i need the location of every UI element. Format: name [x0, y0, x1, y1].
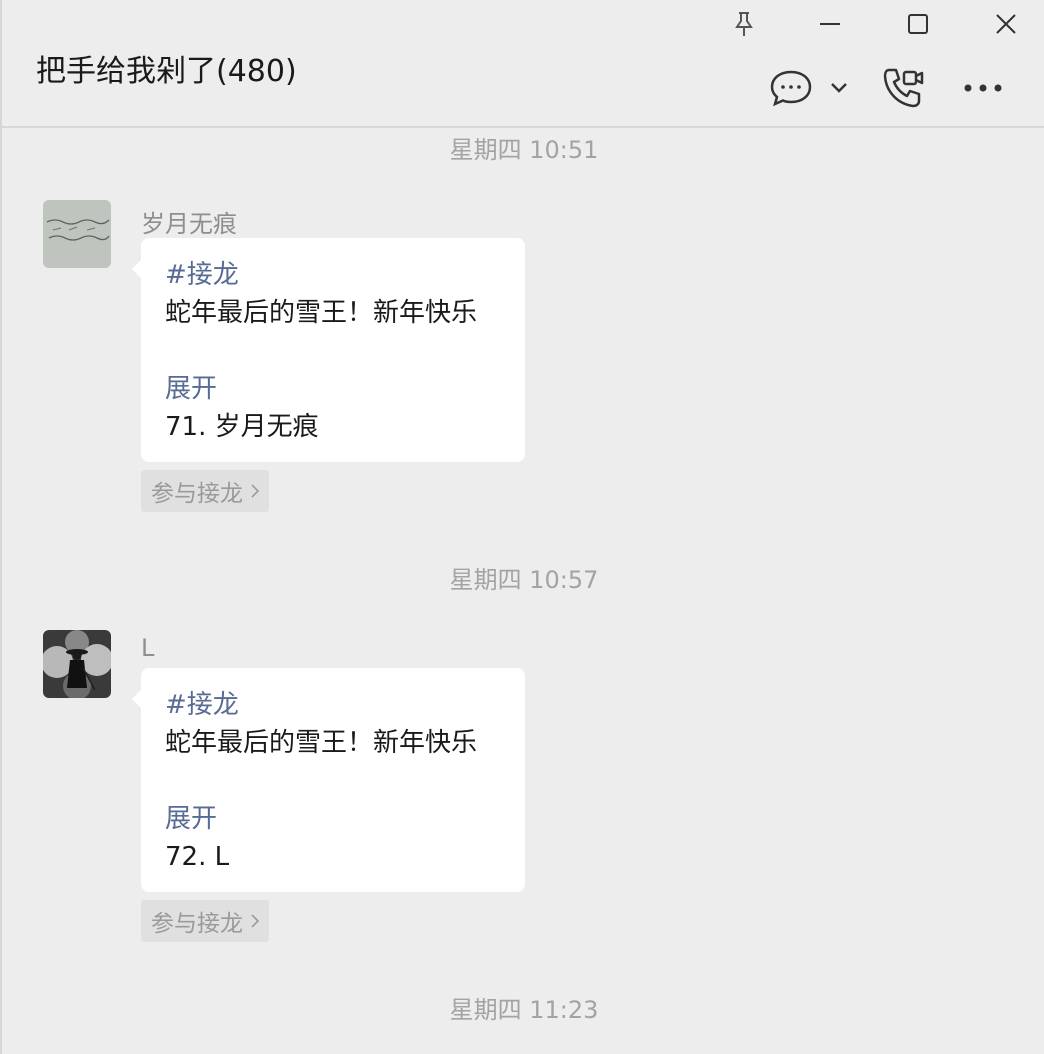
join-solitaire-label: 参与接龙 [151, 481, 243, 507]
message-timestamp: 星期四 10:51 [449, 136, 599, 164]
sender-name: 岁月无痕 [141, 210, 237, 238]
hashtag-link[interactable]: #接龙 [165, 256, 501, 294]
chevron-down-icon[interactable] [826, 76, 852, 100]
hashtag-link[interactable]: #接龙 [165, 686, 501, 724]
chat-header: 把手给我剁了(480) [2, 0, 1044, 128]
more-icon[interactable] [958, 76, 1008, 100]
message-text: 蛇年最后的雪王！新年快乐 [165, 728, 478, 758]
message-text: 蛇年最后的雪王！新年快乐 [165, 298, 478, 328]
message-bubble[interactable]: #接龙 蛇年最后的雪王！新年快乐 展开 71. 岁月无痕 [132, 238, 525, 462]
chevron-right-icon [251, 484, 259, 498]
avatar[interactable] [43, 630, 111, 698]
chat-title: 把手给我剁了(480) [36, 54, 297, 89]
minimize-icon[interactable] [810, 4, 850, 44]
solitaire-entry: 72. L [165, 842, 230, 872]
solitaire-entry: 71. 岁月无痕 [165, 412, 319, 442]
pin-icon[interactable] [724, 4, 764, 44]
join-solitaire-label: 参与接龙 [151, 911, 243, 937]
expand-link[interactable]: 展开 [165, 800, 501, 838]
sender-name: L [141, 634, 155, 662]
message-timestamp: 星期四 10:57 [449, 566, 599, 594]
chat-window: 把手给我剁了(480) 星期四 10:51 岁月无痕 #接龙 蛇年最后的雪王！新… [0, 0, 1044, 1054]
join-solitaire-button[interactable]: 参与接龙 [141, 900, 269, 942]
phone-video-icon[interactable] [878, 64, 928, 112]
chevron-right-icon [251, 914, 259, 928]
expand-link[interactable]: 展开 [165, 370, 501, 408]
join-solitaire-button[interactable]: 参与接龙 [141, 470, 269, 512]
maximize-icon[interactable] [898, 4, 938, 44]
close-icon[interactable] [986, 4, 1026, 44]
message-bubble[interactable]: #接龙 蛇年最后的雪王！新年快乐 展开 72. L [132, 668, 525, 892]
avatar[interactable] [43, 200, 111, 268]
message-timestamp: 星期四 11:23 [449, 996, 599, 1024]
chat-bubble-icon[interactable] [768, 66, 814, 110]
